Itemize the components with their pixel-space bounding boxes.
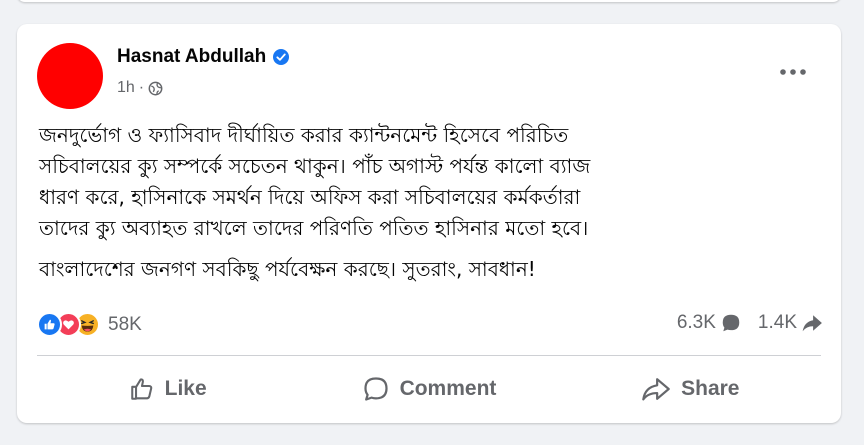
more-options-button[interactable] xyxy=(773,60,813,84)
post-timestamp[interactable]: 1h xyxy=(117,79,135,97)
share-button-label: Share xyxy=(681,377,740,400)
comment-count-value: 6.3K xyxy=(676,312,716,333)
author-name[interactable]: Hasnat Abdullah xyxy=(117,46,266,68)
author-avatar[interactable] xyxy=(37,43,103,109)
like-button[interactable]: Like xyxy=(37,366,298,412)
reaction-count: 58K xyxy=(108,313,142,335)
like-reaction-icon xyxy=(37,312,62,337)
post-text-line: জনদুর্ভোগ ও ফ্যাসিবাদ দীর্ঘায়িত করার ক্… xyxy=(39,123,569,147)
share-count-value: 1.4K xyxy=(757,312,797,333)
like-button-label: Like xyxy=(164,377,207,400)
post-body: জনদুর্ভোগ ও ফ্যাসিবাদ দীর্ঘায়িত করার ক্… xyxy=(39,120,829,285)
comment-bubble-icon xyxy=(722,314,740,332)
comment-button-label: Comment xyxy=(399,377,497,400)
verified-badge-icon xyxy=(273,49,290,65)
post-text-line: বাংলাদেশের জনগণ সবকিছু পর্যবেক্ষন করছে। … xyxy=(39,257,536,281)
post-card: Hasnat Abdullah 1h · জনদুর্ভোগ ও ফ্যাসিব… xyxy=(17,24,841,423)
like-icon xyxy=(130,378,152,400)
actions-divider xyxy=(37,355,821,356)
post-stats: 6.3K 1.4K xyxy=(677,312,823,334)
comment-button[interactable]: Comment xyxy=(298,366,559,412)
post-text-line: তাদের ক্যু অব্যাহত রাখলে তাদের পরিণতি পত… xyxy=(39,216,589,240)
post-meta: 1h · xyxy=(117,79,163,97)
comment-count[interactable]: 6.3K xyxy=(677,312,742,334)
share-icon xyxy=(642,378,670,401)
comment-icon xyxy=(363,377,388,401)
more-horizontal-icon xyxy=(780,69,806,75)
share-count[interactable]: 1.4K xyxy=(758,312,823,334)
reactions-summary[interactable]: 58K xyxy=(37,312,142,337)
post-actions-bar: Like Comment Share xyxy=(37,366,821,412)
post-text-line: সচিবালয়ের ক্যু সম্পর্কে সচেতন থাকুন। পা… xyxy=(39,154,591,178)
post-header-author: Hasnat Abdullah xyxy=(117,46,290,68)
previous-post-card xyxy=(17,0,841,2)
meta-separator: · xyxy=(138,79,145,96)
share-button[interactable]: Share xyxy=(560,366,821,412)
globe-icon[interactable] xyxy=(148,81,163,96)
post-text-line: ধারণ করে, হাসিনাকে সমর্থন দিয়ে অফিস করা… xyxy=(39,185,581,209)
share-arrow-icon xyxy=(802,315,822,332)
